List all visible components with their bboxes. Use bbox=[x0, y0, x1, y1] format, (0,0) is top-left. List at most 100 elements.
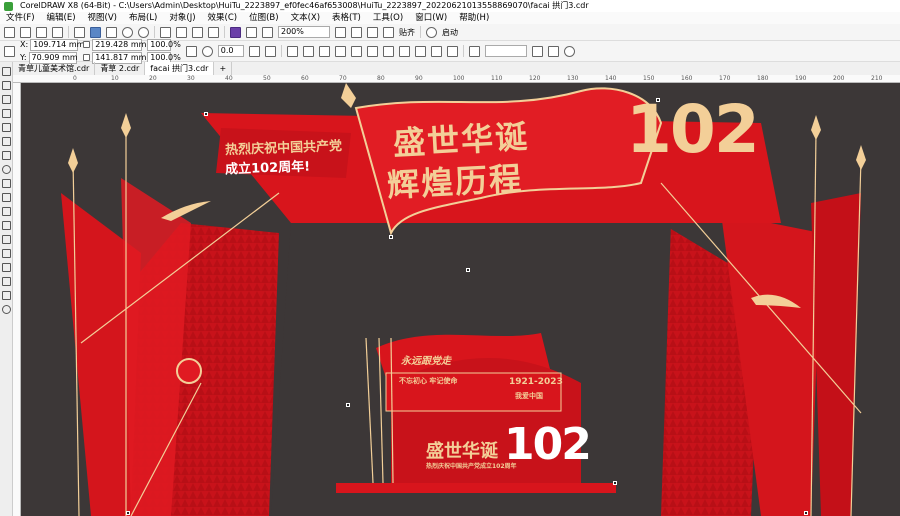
pick-tool-icon[interactable] bbox=[1, 67, 11, 76]
menu-item-3[interactable]: 布局(L) bbox=[123, 12, 163, 24]
weld-icon[interactable] bbox=[350, 45, 362, 57]
simplify-icon[interactable] bbox=[398, 45, 410, 57]
intersect-icon[interactable] bbox=[382, 45, 394, 57]
combine-icon[interactable] bbox=[334, 45, 346, 57]
ruler-tick-label: 180 bbox=[757, 75, 769, 82]
smart-fill-tool-icon[interactable] bbox=[1, 291, 11, 300]
corel-connect-icon[interactable] bbox=[230, 26, 241, 38]
scale-x-field[interactable]: 100.0 bbox=[147, 38, 173, 51]
ruler-tick-label: 0 bbox=[73, 75, 77, 82]
crop-tool-icon[interactable] bbox=[1, 95, 11, 104]
selection-handle[interactable] bbox=[804, 511, 808, 515]
create-boundary-icon[interactable] bbox=[446, 45, 458, 57]
print-icon[interactable] bbox=[52, 26, 63, 38]
new-document-icon[interactable] bbox=[4, 26, 15, 38]
tab-document-3[interactable]: facai 拱门3.cdr bbox=[145, 62, 215, 75]
selection-handle[interactable] bbox=[346, 403, 350, 407]
selection-handle[interactable] bbox=[126, 511, 130, 515]
x-position-field[interactable]: 109.714 mm bbox=[30, 38, 84, 51]
back-minus-front-icon[interactable] bbox=[430, 45, 442, 57]
snap-to-dropdown[interactable]: 贴齐 bbox=[399, 27, 415, 38]
text-tool-icon[interactable] bbox=[1, 193, 11, 202]
menu-item-8[interactable]: 表格(T) bbox=[326, 12, 367, 24]
zoom-page-icon[interactable] bbox=[351, 26, 362, 38]
zoom-fit-icon[interactable] bbox=[335, 26, 346, 38]
toolbox bbox=[0, 62, 13, 516]
options-gear-icon[interactable] bbox=[426, 26, 437, 38]
save-icon[interactable] bbox=[36, 26, 47, 38]
export-icon[interactable] bbox=[192, 26, 203, 38]
rectangle-tool-icon[interactable] bbox=[1, 151, 11, 160]
connector-tool-icon[interactable] bbox=[1, 221, 11, 230]
rotate-icon[interactable] bbox=[201, 45, 213, 57]
paste-icon[interactable] bbox=[106, 26, 117, 38]
tab-document-1[interactable]: 青草儿童美术馆.cdr bbox=[13, 62, 96, 75]
ungroup-icon[interactable] bbox=[302, 45, 314, 57]
zoom-height-icon[interactable] bbox=[383, 26, 394, 38]
outline-width-field[interactable] bbox=[484, 45, 527, 57]
zoom-tool-icon[interactable] bbox=[1, 109, 11, 118]
cut-icon[interactable] bbox=[74, 26, 85, 38]
trim-icon[interactable] bbox=[366, 45, 378, 57]
interactive-fill-tool-icon[interactable] bbox=[1, 277, 11, 286]
selection-handle[interactable] bbox=[613, 481, 617, 485]
rotation-angle-field[interactable]: 0.0 bbox=[217, 45, 244, 57]
search-content-icon[interactable] bbox=[160, 26, 171, 38]
horizontal-ruler[interactable]: 0 10 20 30 40 50 60 70 80 90 100 110 120 130 140 150 160… bbox=[13, 75, 900, 83]
zoom-width-icon[interactable] bbox=[367, 26, 378, 38]
artistic-media-tool-icon[interactable] bbox=[1, 137, 11, 146]
menu-item-5[interactable]: 效果(C) bbox=[202, 12, 244, 24]
selection-handle[interactable] bbox=[389, 235, 393, 239]
menu-item-2[interactable]: 视图(V) bbox=[82, 12, 123, 24]
open-icon[interactable] bbox=[20, 26, 31, 38]
outline-width-icon[interactable] bbox=[468, 45, 480, 57]
align-distribute-icon[interactable] bbox=[547, 45, 559, 57]
menu-item-7[interactable]: 文本(X) bbox=[285, 12, 326, 24]
eyedropper-tool-icon[interactable] bbox=[1, 263, 11, 272]
menu-item-0[interactable]: 文件(F) bbox=[0, 12, 41, 24]
title-bar: CorelDRAW X8 (64-Bit) - C:\Users\Admin\D… bbox=[0, 0, 900, 12]
window-title: CorelDRAW X8 (64-Bit) - C:\Users\Admin\D… bbox=[20, 1, 589, 10]
add-preset-icon[interactable] bbox=[563, 45, 575, 57]
launch-dropdown[interactable]: 启动 bbox=[442, 27, 458, 38]
polygon-tool-icon[interactable] bbox=[1, 179, 11, 188]
front-minus-back-icon[interactable] bbox=[414, 45, 426, 57]
add-tool-icon[interactable] bbox=[1, 305, 11, 314]
selection-handle[interactable] bbox=[656, 98, 660, 102]
undo-icon[interactable] bbox=[122, 26, 133, 38]
add-tab-button[interactable]: + bbox=[214, 62, 233, 75]
mirror-horizontal-icon[interactable] bbox=[248, 45, 260, 57]
ellipse-tool-icon[interactable] bbox=[1, 165, 11, 174]
selection-handle[interactable] bbox=[204, 112, 208, 116]
redo-icon[interactable] bbox=[138, 26, 149, 38]
import-icon[interactable] bbox=[176, 26, 187, 38]
menu-item-6[interactable]: 位图(B) bbox=[243, 12, 284, 24]
transparency-tool-icon[interactable] bbox=[1, 249, 11, 258]
menu-item-10[interactable]: 窗口(W) bbox=[409, 12, 453, 24]
vertical-ruler[interactable] bbox=[13, 83, 21, 516]
drawing-canvas[interactable]: 盛世华诞 辉煌历程 102 热烈庆祝中国共产党 成立102周年! 永远跟党走 不… bbox=[21, 83, 900, 516]
publish-pdf-icon[interactable] bbox=[208, 26, 219, 38]
group-icon[interactable] bbox=[286, 45, 298, 57]
menu-item-9[interactable]: 工具(O) bbox=[367, 12, 409, 24]
menu-item-4[interactable]: 对象(J) bbox=[163, 12, 201, 24]
zoom-level-select[interactable]: 200% bbox=[278, 26, 330, 38]
parallel-dimension-tool-icon[interactable] bbox=[1, 207, 11, 216]
width-field[interactable]: 219.428 mm bbox=[92, 38, 146, 51]
menu-item-11[interactable]: 帮助(H) bbox=[453, 12, 495, 24]
ungroup-all-icon[interactable] bbox=[318, 45, 330, 57]
selection-handle[interactable] bbox=[466, 268, 470, 272]
drop-shadow-tool-icon[interactable] bbox=[1, 235, 11, 244]
mirror-vertical-icon[interactable] bbox=[264, 45, 276, 57]
copy-icon[interactable] bbox=[90, 26, 101, 38]
rulers-icon[interactable] bbox=[262, 26, 273, 38]
freehand-tool-icon[interactable] bbox=[1, 123, 11, 132]
small-caption: 热烈庆祝中国共产党成立102周年 bbox=[426, 463, 517, 470]
menu-item-1[interactable]: 编辑(E) bbox=[41, 12, 82, 24]
object-origin-icon[interactable] bbox=[4, 45, 15, 57]
shape-tool-icon[interactable] bbox=[1, 81, 11, 90]
tab-document-2[interactable]: 青草 2.cdr bbox=[95, 62, 146, 75]
lock-ratio-icon[interactable] bbox=[185, 45, 197, 57]
full-screen-icon[interactable] bbox=[246, 26, 257, 38]
wrap-text-icon[interactable] bbox=[531, 45, 543, 57]
